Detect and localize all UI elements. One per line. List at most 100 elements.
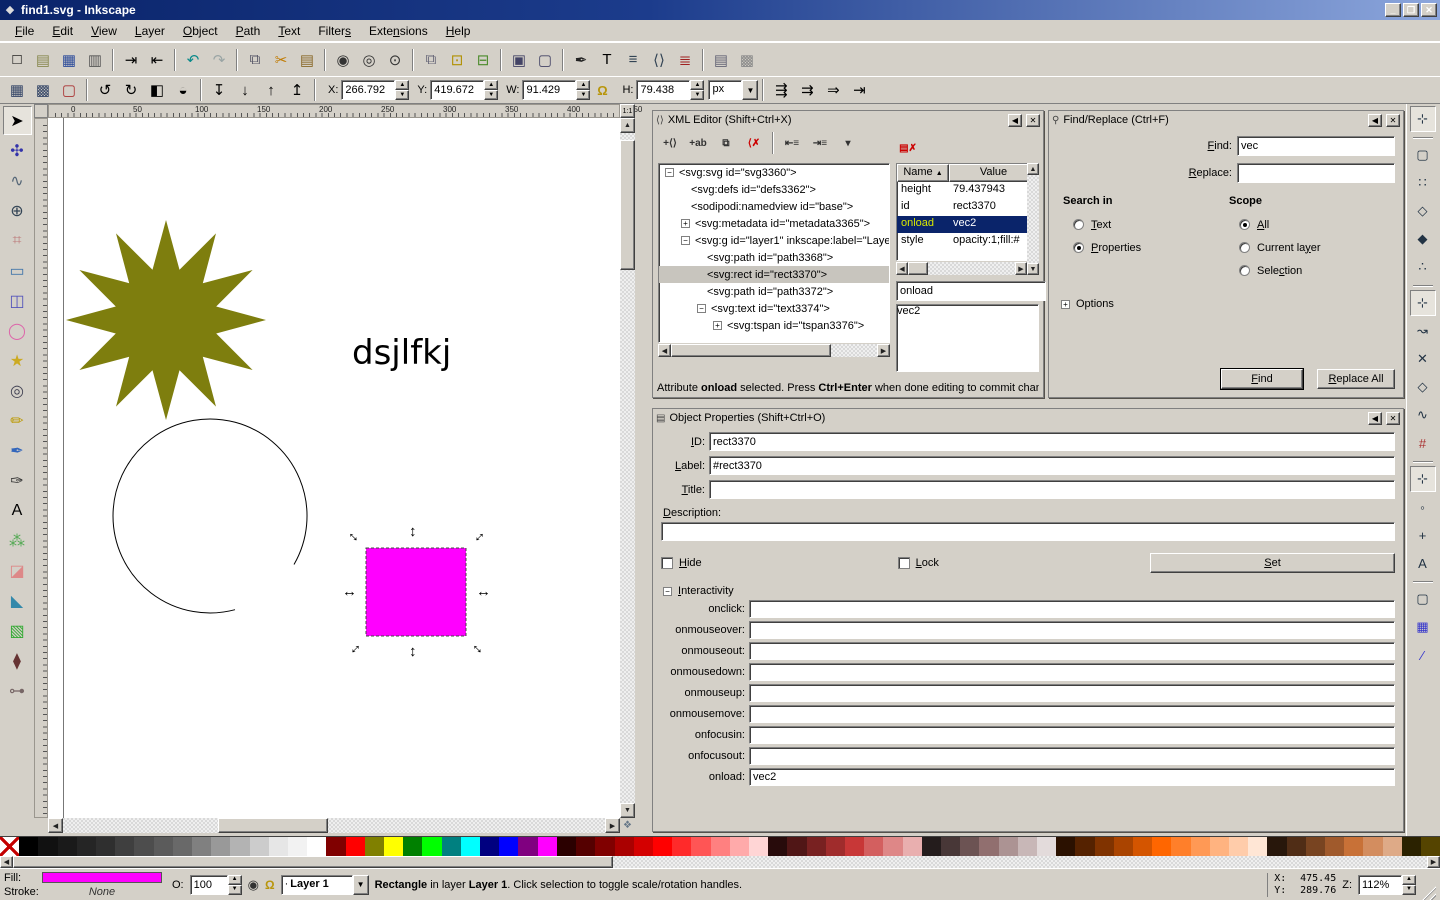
vscroll-thumb[interactable] xyxy=(620,140,635,270)
scroll-left-icon[interactable]: ◀ xyxy=(48,818,63,833)
star-shape[interactable] xyxy=(66,220,266,420)
y-down-button[interactable]: ▼ xyxy=(484,90,498,100)
menu-file[interactable]: File xyxy=(6,22,43,40)
palette-swatch[interactable] xyxy=(1210,837,1229,856)
text-tool-button[interactable]: A xyxy=(3,496,32,525)
palette-swatch[interactable] xyxy=(1325,837,1344,856)
scale-handle-s[interactable]: ↕ xyxy=(409,645,417,659)
palette-swatch[interactable] xyxy=(1095,837,1114,856)
paste-button[interactable]: ▤ xyxy=(294,47,320,73)
find-close-icon[interactable]: ✕ xyxy=(1386,114,1400,127)
xml-tree-node[interactable]: −<svg:svg id="svg3360"> xyxy=(659,164,889,181)
palette-swatch[interactable] xyxy=(787,837,806,856)
snap-guides-button[interactable]: ∕ xyxy=(1410,642,1436,668)
horizontal-ruler[interactable]: 050100150200250300350400450 xyxy=(48,104,620,118)
rect-tool-button[interactable]: ▭ xyxy=(3,256,32,285)
scale-handle-w[interactable]: ↔ xyxy=(342,585,357,599)
palette-swatch[interactable] xyxy=(576,837,595,856)
menu-layer[interactable]: Layer xyxy=(126,22,174,40)
palette-swatch[interactable] xyxy=(230,837,249,856)
menu-help[interactable]: Help xyxy=(437,22,480,40)
palette-swatch[interactable] xyxy=(1402,837,1421,856)
menu-filters[interactable]: Filters xyxy=(309,22,360,40)
layer-dropdown-icon[interactable]: ▼ xyxy=(353,875,369,895)
tree-hscroll-thumb[interactable] xyxy=(671,344,831,357)
palette-scrollbar[interactable]: ◀ ▶ xyxy=(0,856,1440,868)
snap-bbox-edge-midpoints-button[interactable]: ◆ xyxy=(1410,226,1436,252)
tree-scroll-left-icon[interactable]: ◀ xyxy=(658,344,671,357)
onfocusout-input[interactable] xyxy=(749,747,1395,765)
x-down-button[interactable]: ▼ xyxy=(395,90,409,100)
open-document-button[interactable]: ▤ xyxy=(30,47,56,73)
document-properties-button[interactable]: ▤ xyxy=(708,47,734,73)
attr-scroll-up-icon[interactable]: ▲ xyxy=(1027,163,1039,175)
xml-tree-node[interactable]: <svg:rect id="rect3370"> xyxy=(659,266,889,283)
text-dialog-button[interactable]: T xyxy=(594,47,620,73)
palette-swatch[interactable] xyxy=(922,837,941,856)
xml-tree-node[interactable]: <svg:path id="path3372"> xyxy=(659,283,889,300)
calligraphy-tool-button[interactable]: ✑ xyxy=(3,466,32,495)
xml-close-icon[interactable]: ✕ xyxy=(1026,114,1040,127)
onmousemove-input[interactable] xyxy=(749,705,1395,723)
palette-swatch[interactable] xyxy=(903,837,922,856)
palette-swatch[interactable] xyxy=(1056,837,1075,856)
lower-to-bottom-button[interactable]: ↧ xyxy=(206,77,232,103)
palette-swatch[interactable] xyxy=(883,837,902,856)
scroll-down-icon[interactable]: ▼ xyxy=(620,803,635,818)
attribute-row[interactable]: idrect3370 xyxy=(897,199,1038,216)
snap-enable-button[interactable]: ⊹ xyxy=(1410,106,1436,132)
palette-swatch[interactable] xyxy=(461,837,480,856)
palette-swatch[interactable] xyxy=(269,837,288,856)
scope-current-layer-radio[interactable]: Current layer xyxy=(1239,236,1321,259)
zoom-indicator-button[interactable]: 1:1 xyxy=(620,104,635,118)
new-text-node-button[interactable]: +ab xyxy=(684,131,712,155)
ungroup-button[interactable]: ▢ xyxy=(532,47,558,73)
options-expander[interactable]: + Options xyxy=(1061,298,1403,310)
palette-swatch[interactable] xyxy=(211,837,230,856)
replace-all-button[interactable]: Replace All xyxy=(1317,369,1395,389)
palette-swatch[interactable] xyxy=(38,837,57,856)
palette-swatch[interactable] xyxy=(365,837,384,856)
delete-attribute-button[interactable]: ▤✗ xyxy=(896,137,920,159)
palette-swatch[interactable] xyxy=(557,837,576,856)
unindent-node-button[interactable]: ⇤≡ xyxy=(778,131,806,155)
dropper-tool-button[interactable]: ⧫ xyxy=(3,646,32,675)
vertical-ruler[interactable] xyxy=(34,118,48,818)
snap-nodes-button[interactable]: ⊹ xyxy=(1410,290,1436,316)
new-document-button[interactable]: □ xyxy=(4,47,30,73)
resize-grip[interactable] xyxy=(1422,886,1436,900)
scale-stroke-toggle-button[interactable]: ⇶ xyxy=(768,77,794,103)
tweak-tool-button[interactable]: ∿ xyxy=(3,166,32,195)
lower-one-step-button[interactable]: ↓ xyxy=(232,77,258,103)
save-document-button[interactable]: ▦ xyxy=(56,47,82,73)
h-down-button[interactable]: ▼ xyxy=(690,90,704,100)
print-document-button[interactable]: ▥ xyxy=(82,47,108,73)
attr-value-header[interactable]: Value xyxy=(949,164,1038,182)
xml-tree-node[interactable]: <svg:defs id="defs3362"> xyxy=(659,181,889,198)
measure-tool-button[interactable]: ⌗ xyxy=(3,226,32,255)
units-combo[interactable]: px ▼ xyxy=(708,80,758,100)
palette-swatch[interactable] xyxy=(307,837,326,856)
palette-swatch[interactable] xyxy=(1248,837,1267,856)
rotate-90-cw-button[interactable]: ↻ xyxy=(118,77,144,103)
palette-swatch[interactable] xyxy=(1018,837,1037,856)
tree-expander-icon[interactable]: − xyxy=(697,304,706,313)
attr-hscroll-thumb[interactable] xyxy=(908,262,928,275)
onmouseover-input[interactable] xyxy=(749,621,1395,639)
tree-expander-icon[interactable]: + xyxy=(713,321,722,330)
star-tool-button[interactable]: ★ xyxy=(3,346,32,375)
radio-icon[interactable] xyxy=(1073,242,1084,253)
hide-checkbox[interactable]: Hide xyxy=(661,557,702,569)
palette-swatch[interactable] xyxy=(499,837,518,856)
w-input[interactable] xyxy=(522,80,576,100)
attr-scroll-right-icon[interactable]: ▶ xyxy=(1015,262,1027,275)
xml-tree-node[interactable]: <sodipodi:namedview id="base"> xyxy=(659,198,889,215)
palette-swatch[interactable] xyxy=(1075,837,1094,856)
xml-tree-node[interactable]: +<svg:metadata id="metadata3365"> xyxy=(659,215,889,232)
color-managed-view-icon[interactable]: ❖ xyxy=(620,818,635,833)
palette-swatch[interactable] xyxy=(192,837,211,856)
snap-page-border-button[interactable]: ▢ xyxy=(1410,586,1436,612)
box3d-tool-button[interactable]: ◫ xyxy=(3,286,32,315)
scope-selection-radio[interactable]: Selection xyxy=(1239,259,1321,282)
palette-swatch[interactable] xyxy=(595,837,614,856)
